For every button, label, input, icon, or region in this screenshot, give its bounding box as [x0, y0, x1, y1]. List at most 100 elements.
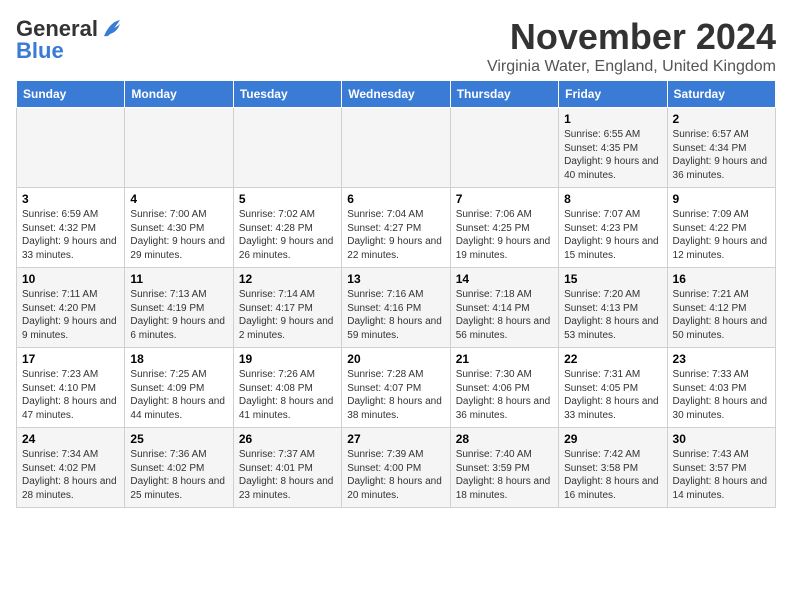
title-block: November 2024 Virginia Water, England, U…: [487, 16, 776, 76]
day-number: 27: [347, 432, 444, 446]
calendar-cell: 1 Sunrise: 6:55 AM Sunset: 4:35 PM Daylig…: [559, 108, 667, 188]
location: Virginia Water, England, United Kingdom: [487, 58, 776, 76]
calendar-cell: 12Sunrise: 7:14 AM Sunset: 4:17 PM Dayli…: [233, 268, 341, 348]
day-info: Sunrise: 7:21 AM Sunset: 4:12 PM Dayligh…: [673, 288, 770, 342]
day-number: 23: [673, 352, 770, 366]
day-number: 19: [239, 352, 336, 366]
day-info: Sunrise: 6:57 AM Sunset: 4:34 PM Dayligh…: [673, 128, 770, 182]
calendar-cell: [17, 108, 125, 188]
calendar-cell: 6Sunrise: 7:04 AM Sunset: 4:27 PM Daylig…: [342, 188, 450, 268]
calendar-cell: 19 Sunrise: 7:26 AM Sunset: 4:08 PM Dayli…: [233, 348, 341, 428]
day-number: 18: [130, 352, 227, 366]
calendar-cell: 20 Sunrise: 7:28 AM Sunset: 4:07 PM Dayli…: [342, 348, 450, 428]
calendar-cell: 23 Sunrise: 7:33 AM Sunset: 4:03 PM Dayli…: [667, 348, 775, 428]
calendar-cell: 14 Sunrise: 7:18 AM Sunset: 4:14 PM Dayli…: [450, 268, 558, 348]
logo-bird-icon: [100, 18, 122, 40]
calendar-cell: 28 Sunrise: 7:40 AM Sunset: 3:59 PM Dayli…: [450, 428, 558, 508]
calendar-week-5: 24Sunrise: 7:34 AM Sunset: 4:02 PM Dayli…: [17, 428, 776, 508]
page-header: General Blue November 2024 Virginia Wate…: [16, 16, 776, 76]
day-info: Sunrise: 7:34 AM Sunset: 4:02 PM Dayligh…: [22, 448, 119, 502]
day-number: 1: [564, 112, 661, 126]
calendar-cell: 30 Sunrise: 7:43 AM Sunset: 3:57 PM Dayli…: [667, 428, 775, 508]
weekday-header-saturday: Saturday: [667, 81, 775, 108]
day-number: 11: [130, 272, 227, 286]
calendar-cell: 27 Sunrise: 7:39 AM Sunset: 4:00 PM Dayli…: [342, 428, 450, 508]
calendar-week-3: 10 Sunrise: 7:11 AM Sunset: 4:20 PM Dayli…: [17, 268, 776, 348]
calendar-cell: 16 Sunrise: 7:21 AM Sunset: 4:12 PM Dayli…: [667, 268, 775, 348]
weekday-header-wednesday: Wednesday: [342, 81, 450, 108]
day-info: Sunrise: 7:28 AM Sunset: 4:07 PM Dayligh…: [347, 368, 444, 422]
calendar-cell: [233, 108, 341, 188]
logo-blue-text: Blue: [16, 38, 64, 64]
calendar-cell: 9 Sunrise: 7:09 AM Sunset: 4:22 PM Daylig…: [667, 188, 775, 268]
day-info: Sunrise: 7:09 AM Sunset: 4:22 PM Dayligh…: [673, 208, 770, 262]
weekday-header-sunday: Sunday: [17, 81, 125, 108]
day-info: Sunrise: 7:04 AM Sunset: 4:27 PM Dayligh…: [347, 208, 444, 262]
day-info: Sunrise: 7:13 AM Sunset: 4:19 PM Dayligh…: [130, 288, 227, 342]
day-number: 14: [456, 272, 553, 286]
day-info: Sunrise: 6:55 AM Sunset: 4:35 PM Dayligh…: [564, 128, 661, 182]
day-number: 10: [22, 272, 119, 286]
day-info: Sunrise: 7:16 AM Sunset: 4:16 PM Dayligh…: [347, 288, 444, 342]
calendar-cell: 11 Sunrise: 7:13 AM Sunset: 4:19 PM Dayli…: [125, 268, 233, 348]
calendar-week-4: 17 Sunrise: 7:23 AM Sunset: 4:10 PM Dayli…: [17, 348, 776, 428]
day-number: 2: [673, 112, 770, 126]
day-info: Sunrise: 7:26 AM Sunset: 4:08 PM Dayligh…: [239, 368, 336, 422]
day-number: 3: [22, 192, 119, 206]
calendar-cell: 8Sunrise: 7:07 AM Sunset: 4:23 PM Daylig…: [559, 188, 667, 268]
day-number: 21: [456, 352, 553, 366]
day-info: Sunrise: 7:00 AM Sunset: 4:30 PM Dayligh…: [130, 208, 227, 262]
weekday-header-monday: Monday: [125, 81, 233, 108]
day-info: Sunrise: 7:31 AM Sunset: 4:05 PM Dayligh…: [564, 368, 661, 422]
day-number: 17: [22, 352, 119, 366]
calendar-cell: [450, 108, 558, 188]
day-number: 15: [564, 272, 661, 286]
day-info: Sunrise: 7:07 AM Sunset: 4:23 PM Dayligh…: [564, 208, 661, 262]
day-number: 20: [347, 352, 444, 366]
day-number: 16: [673, 272, 770, 286]
calendar-cell: 22 Sunrise: 7:31 AM Sunset: 4:05 PM Dayli…: [559, 348, 667, 428]
day-number: 5: [239, 192, 336, 206]
calendar-cell: 10 Sunrise: 7:11 AM Sunset: 4:20 PM Dayli…: [17, 268, 125, 348]
calendar-cell: 29Sunrise: 7:42 AM Sunset: 3:58 PM Dayli…: [559, 428, 667, 508]
day-info: Sunrise: 7:25 AM Sunset: 4:09 PM Dayligh…: [130, 368, 227, 422]
day-info: Sunrise: 6:59 AM Sunset: 4:32 PM Dayligh…: [22, 208, 119, 262]
calendar-cell: 15 Sunrise: 7:20 AM Sunset: 4:13 PM Dayli…: [559, 268, 667, 348]
day-info: Sunrise: 7:06 AM Sunset: 4:25 PM Dayligh…: [456, 208, 553, 262]
calendar-cell: 17 Sunrise: 7:23 AM Sunset: 4:10 PM Dayli…: [17, 348, 125, 428]
day-info: Sunrise: 7:18 AM Sunset: 4:14 PM Dayligh…: [456, 288, 553, 342]
day-info: Sunrise: 7:23 AM Sunset: 4:10 PM Dayligh…: [22, 368, 119, 422]
day-number: 22: [564, 352, 661, 366]
calendar-cell: [125, 108, 233, 188]
day-info: Sunrise: 7:36 AM Sunset: 4:02 PM Dayligh…: [130, 448, 227, 502]
day-number: 29: [564, 432, 661, 446]
day-info: Sunrise: 7:14 AM Sunset: 4:17 PM Dayligh…: [239, 288, 336, 342]
day-number: 13: [347, 272, 444, 286]
calendar-cell: 7Sunrise: 7:06 AM Sunset: 4:25 PM Daylig…: [450, 188, 558, 268]
day-number: 4: [130, 192, 227, 206]
logo: General Blue: [16, 16, 122, 64]
day-info: Sunrise: 7:39 AM Sunset: 4:00 PM Dayligh…: [347, 448, 444, 502]
calendar-week-1: 1 Sunrise: 6:55 AM Sunset: 4:35 PM Daylig…: [17, 108, 776, 188]
day-info: Sunrise: 7:43 AM Sunset: 3:57 PM Dayligh…: [673, 448, 770, 502]
calendar-cell: 21Sunrise: 7:30 AM Sunset: 4:06 PM Dayli…: [450, 348, 558, 428]
month-title: November 2024: [487, 16, 776, 58]
day-info: Sunrise: 7:33 AM Sunset: 4:03 PM Dayligh…: [673, 368, 770, 422]
calendar-cell: 13 Sunrise: 7:16 AM Sunset: 4:16 PM Dayli…: [342, 268, 450, 348]
weekday-header-thursday: Thursday: [450, 81, 558, 108]
day-info: Sunrise: 7:40 AM Sunset: 3:59 PM Dayligh…: [456, 448, 553, 502]
day-number: 9: [673, 192, 770, 206]
day-number: 25: [130, 432, 227, 446]
day-info: Sunrise: 7:37 AM Sunset: 4:01 PM Dayligh…: [239, 448, 336, 502]
day-number: 28: [456, 432, 553, 446]
day-info: Sunrise: 7:20 AM Sunset: 4:13 PM Dayligh…: [564, 288, 661, 342]
calendar-cell: 2 Sunrise: 6:57 AM Sunset: 4:34 PM Daylig…: [667, 108, 775, 188]
weekday-header-row: SundayMondayTuesdayWednesdayThursdayFrid…: [17, 81, 776, 108]
calendar-cell: 24Sunrise: 7:34 AM Sunset: 4:02 PM Dayli…: [17, 428, 125, 508]
calendar-cell: 5Sunrise: 7:02 AM Sunset: 4:28 PM Daylig…: [233, 188, 341, 268]
weekday-header-tuesday: Tuesday: [233, 81, 341, 108]
day-number: 30: [673, 432, 770, 446]
day-info: Sunrise: 7:11 AM Sunset: 4:20 PM Dayligh…: [22, 288, 119, 342]
calendar-cell: 18 Sunrise: 7:25 AM Sunset: 4:09 PM Dayli…: [125, 348, 233, 428]
calendar-cell: 26Sunrise: 7:37 AM Sunset: 4:01 PM Dayli…: [233, 428, 341, 508]
